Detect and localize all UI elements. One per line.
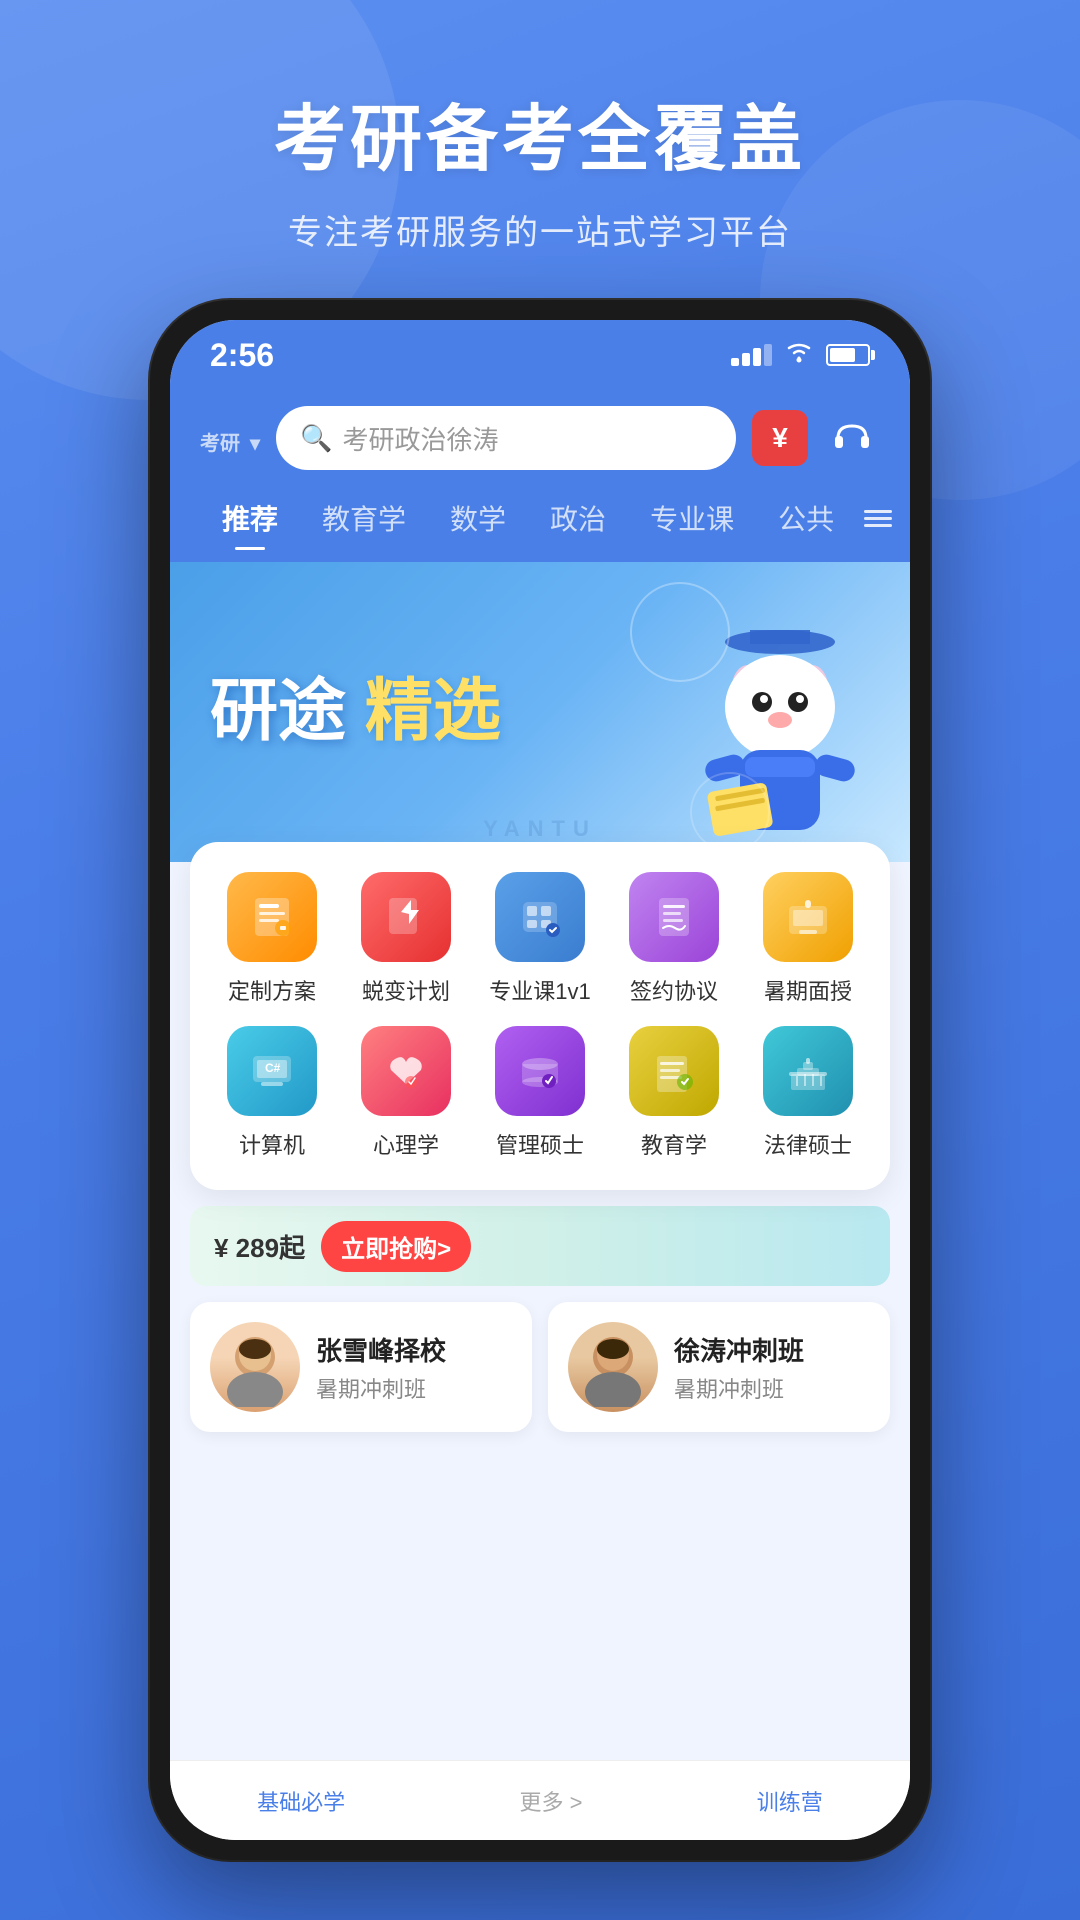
teacher-section: 张雪峰择校 暑期冲刺班 徐涛冲刺班 [190, 1302, 890, 1432]
page-header: 考研备考全覆盖 专注考研服务的一站式学习平台 [0, 0, 1080, 254]
search-placeholder-text: 考研政治徐涛 [342, 420, 498, 457]
teacher-desc-zhang: 暑期冲刺班 [316, 1372, 446, 1404]
menu-icon-major-1v1 [495, 872, 585, 962]
category-more-button[interactable] [856, 502, 900, 535]
menu-item-law[interactable]: 法律硕士 [746, 1026, 870, 1160]
menu-label-major-1v1: 专业课1v1 [489, 974, 590, 1006]
menu-item-education[interactable]: 教育学 [612, 1026, 736, 1160]
menu-item-contract[interactable]: 签约协议 [612, 872, 736, 1006]
promo-banner[interactable]: 研途 精选 [170, 562, 910, 862]
tab-public[interactable]: 公共 [756, 490, 856, 546]
wifi-icon [784, 339, 814, 371]
teacher-info-zhang: 张雪峰择校 暑期冲刺班 [316, 1331, 446, 1404]
menu-label-law: 法律硕士 [764, 1128, 852, 1160]
coupon-button[interactable]: ¥ [752, 410, 808, 466]
teacher-desc-xu: 暑期冲刺班 [674, 1372, 804, 1404]
menu-item-summer-class[interactable]: 暑期面授 [746, 872, 870, 1006]
teacher-name-xu: 徐涛冲刺班 [674, 1331, 804, 1368]
tab-recommend[interactable]: 推荐 [200, 490, 300, 546]
phone-screen: 2:56 [170, 320, 910, 1840]
menu-item-transform-plan[interactable]: 蜕变计划 [344, 872, 468, 1006]
menu-icon-law [763, 1026, 853, 1116]
menu-item-psychology[interactable]: 心理学 [344, 1026, 468, 1160]
bottom-nav: 基础必学 更多 > 训练营 [170, 1760, 910, 1840]
menu-icon-contract [629, 872, 719, 962]
menu-item-computer[interactable]: C# 计算机 [210, 1026, 334, 1160]
status-icons [731, 339, 870, 371]
menu-label-mba: 管理硕士 [496, 1128, 584, 1160]
nav-logo: 考研 ▾ [200, 417, 260, 459]
menu-icon-summer-class [763, 872, 853, 962]
status-time: 2:56 [210, 337, 274, 374]
tab-education[interactable]: 教育学 [300, 490, 428, 546]
tab-major[interactable]: 专业课 [628, 490, 756, 546]
search-bar[interactable]: 🔍 考研政治徐涛 [276, 406, 736, 470]
menu-label-education: 教育学 [641, 1128, 707, 1160]
banner-watermark: YANTU [483, 816, 597, 842]
bottom-tab-training[interactable]: 训练营 [757, 1785, 823, 1817]
menu-icon-mba [495, 1026, 585, 1116]
status-bar: 2:56 [170, 320, 910, 390]
page-title: 考研备考全覆盖 [0, 80, 1080, 185]
menu-label-custom-plan: 定制方案 [228, 974, 316, 1006]
menu-item-major-1v1[interactable]: 专业课1v1 [478, 872, 602, 1006]
phone-frame: 2:56 [150, 300, 930, 1860]
menu-label-contract: 签约协议 [630, 974, 718, 1006]
battery-icon [826, 344, 870, 366]
promo-strip[interactable]: ¥ 289起 立即抢购> [190, 1206, 890, 1286]
teacher-avatar-zhang [210, 1322, 300, 1412]
menu-icon-psychology [361, 1026, 451, 1116]
teacher-name-zhang: 张雪峰择校 [316, 1331, 446, 1368]
search-icon: 🔍 [300, 423, 332, 454]
menu-item-custom-plan[interactable]: 定制方案 [210, 872, 334, 1006]
teacher-card-zhang[interactable]: 张雪峰择校 暑期冲刺班 [190, 1302, 532, 1432]
menu-label-psychology: 心理学 [373, 1128, 439, 1160]
menu-label-transform-plan: 蜕变计划 [362, 974, 450, 1006]
teacher-info-xu: 徐涛冲刺班 暑期冲刺班 [674, 1331, 804, 1404]
banner-title: 研途 精选 [210, 671, 501, 753]
category-tabs: 推荐 教育学 数学 政治 专业课 公共 [170, 490, 910, 562]
menu-label-computer: 计算机 [239, 1128, 305, 1160]
tab-math[interactable]: 数学 [428, 490, 528, 546]
bottom-tab-basic[interactable]: 基础必学 [257, 1785, 345, 1817]
headphone-button[interactable] [824, 410, 880, 466]
promo-price: ¥ 289起 [214, 1228, 305, 1265]
page-subtitle: 专注考研服务的一站式学习平台 [0, 205, 1080, 254]
svg-text:C#: C# [265, 1061, 281, 1075]
bottom-tab-more[interactable]: 更多 > [520, 1785, 583, 1817]
teacher-avatar-xu [568, 1322, 658, 1412]
signal-icon [731, 344, 772, 366]
menu-item-mba[interactable]: 管理硕士 [478, 1026, 602, 1160]
teacher-card-xu[interactable]: 徐涛冲刺班 暑期冲刺班 [548, 1302, 890, 1432]
quick-menu: 定制方案 蜕变计划 [190, 842, 890, 1190]
menu-label-summer-class: 暑期面授 [764, 974, 852, 1006]
menu-icon-computer: C# [227, 1026, 317, 1116]
nav-bar: 考研 ▾ 🔍 考研政治徐涛 ¥ [170, 390, 910, 490]
promo-button[interactable]: 立即抢购> [321, 1221, 471, 1272]
phone-wrapper: 2:56 [150, 300, 930, 1860]
tab-politics[interactable]: 政治 [528, 490, 628, 546]
menu-icon-education [629, 1026, 719, 1116]
menu-icon-custom-plan [227, 872, 317, 962]
menu-icon-transform-plan [361, 872, 451, 962]
